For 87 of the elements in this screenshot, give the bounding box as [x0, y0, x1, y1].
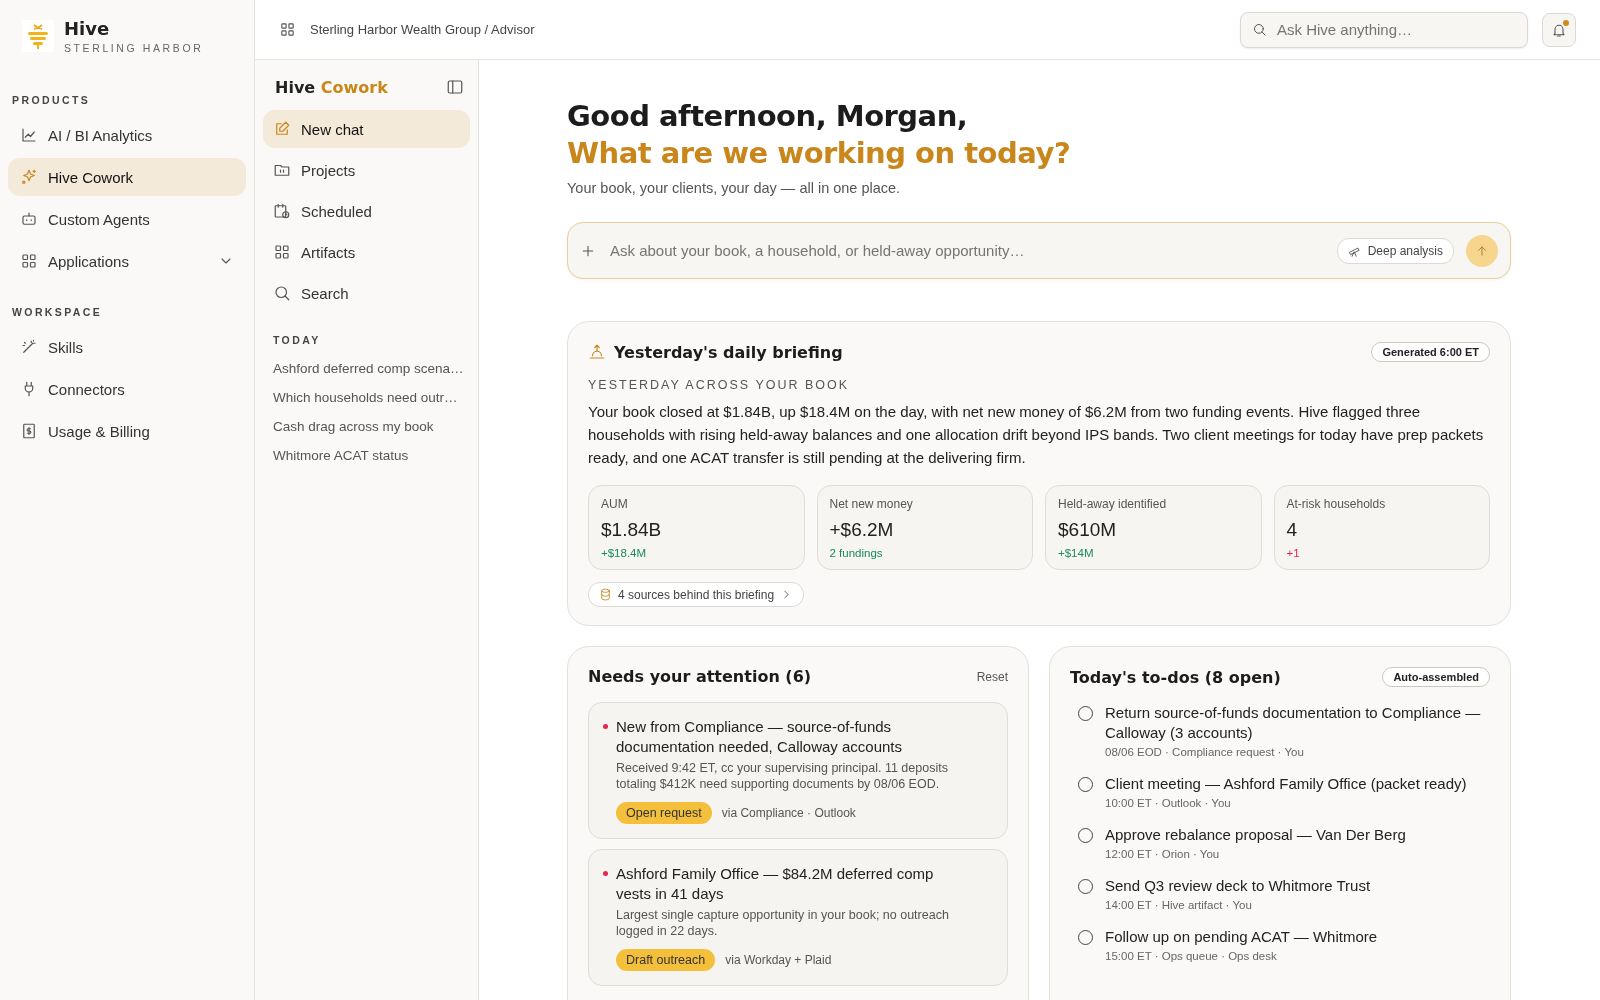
- sources-button[interactable]: 4 sources behind this briefing: [588, 582, 805, 607]
- metric-change: 2 fundings: [829, 547, 884, 559]
- section-heading: YESTERDAY ACROSS YOUR BOOK: [588, 378, 851, 392]
- todo-meta: 12:00 ET · Orion · You: [1105, 848, 1221, 860]
- panel-title: Hive Cowork: [275, 77, 388, 97]
- metric-label: At-risk households: [1286, 497, 1387, 511]
- metric-change: +1: [1286, 547, 1301, 559]
- panel-nav-item[interactable]: Projects: [263, 151, 470, 189]
- search-field[interactable]: Ask Hive anything…: [1240, 11, 1528, 48]
- sidebar-item[interactable]: Applications: [8, 242, 246, 280]
- grid-icon: [273, 243, 291, 261]
- card-title: Today's to-dos (8 open): [1070, 667, 1281, 687]
- card-title: Needs your attention (6): [588, 667, 812, 686]
- grid-icon: [279, 21, 296, 38]
- database-icon: [599, 588, 612, 601]
- section-heading: PRODUCTS: [11, 94, 92, 106]
- metric-change: +$14M: [1058, 547, 1095, 559]
- reset-link[interactable]: Reset: [976, 669, 1008, 684]
- panel-nav-item[interactable]: New chat: [263, 110, 470, 148]
- source-text: via Workday + Plaid: [725, 953, 832, 967]
- sidebar-item[interactable]: Usage & Billing: [8, 412, 246, 450]
- sparkle-icon: [20, 168, 38, 186]
- search-icon: [1252, 21, 1267, 37]
- sidebar-item[interactable]: Hive Cowork: [8, 158, 246, 196]
- breadcrumb: Sterling Harbor Wealth Group / Advisor: [310, 22, 535, 37]
- sunrise-icon: [588, 343, 606, 361]
- action-button[interactable]: Open request: [616, 802, 712, 824]
- chat-history-link[interactable]: Cash drag across my book: [263, 412, 470, 441]
- todo-title: Approve rebalance proposal — Van Der Berg: [1105, 825, 1406, 845]
- chat-history-link[interactable]: Which households need outr…: [263, 383, 470, 412]
- section-heading: WORKSPACE: [11, 306, 104, 318]
- calendar-icon: [273, 202, 291, 220]
- search-icon: [273, 284, 291, 302]
- notifications-button[interactable]: [1542, 12, 1576, 47]
- source-text: via Compliance · Outlook: [721, 806, 856, 820]
- auto-badge: Auto-assembled: [1382, 667, 1490, 687]
- todo-meta: 15:00 ET · Ops queue · Ops desk: [1105, 950, 1278, 962]
- arrow-up-icon: [1475, 243, 1489, 258]
- todo-title: Follow up on pending ACAT — Whitmore: [1105, 927, 1378, 947]
- sidebar-item[interactable]: Connectors: [8, 370, 246, 408]
- panel-nav-item[interactable]: Search: [263, 274, 470, 312]
- metric-label: AUM: [601, 497, 629, 511]
- sidebar-item[interactable]: Skills: [8, 328, 246, 366]
- chat-history-link[interactable]: Whitmore ACAT status: [263, 441, 470, 470]
- panel-nav-item[interactable]: Scheduled: [263, 192, 470, 230]
- todo-meta: 10:00 ET · Outlook · You: [1105, 797, 1232, 809]
- sidebar-item[interactable]: AI / BI Analytics: [8, 116, 246, 154]
- robot-icon: [20, 210, 38, 228]
- app-name: Hive: [64, 18, 111, 39]
- todo-title: Send Q3 review deck to Whitmore Trust: [1105, 876, 1371, 896]
- message-field[interactable]: Ask about your book, a household, or held-away opportunity…: [608, 241, 1325, 260]
- chat-history-link[interactable]: Ashford deferred comp scena…: [263, 354, 470, 383]
- todo-meta: 14:00 ET · Hive artifact · You: [1105, 899, 1253, 911]
- action-button[interactable]: Draft outreach: [616, 949, 716, 971]
- briefing-summary: Your book closed at $1.84B, up $18.4M on the day, with net new money of $6.2M from two funding events. Hive flagged three households with rising held-away balances and one allocation drift beyond IPS bands. Two client meetings for today have prep packets ready, and one ACAT transfer is still pending at the delivering firm.: [588, 402, 1485, 468]
- metric-label: Net new money: [829, 497, 914, 511]
- todo-title: Return source-of-funds documentation to Compliance — Calloway (3 accounts): [1105, 703, 1482, 743]
- attention-detail: Received 9:42 ET, cc your supervising principal. 11 deposits totaling $412K need supporting documents by 08/06 EOD.: [616, 760, 949, 792]
- metric-change: +$18.4M: [601, 547, 648, 559]
- greeting-question: What are we working on today?: [567, 135, 1072, 172]
- org-name: STERLING HARBOR: [64, 42, 204, 54]
- section-heading: TODAY: [272, 334, 322, 346]
- composer-field[interactable]: Ask about your book, a household, or held-away opportunity… Deep analysis: [567, 222, 1511, 279]
- todo-meta: 08/06 EOD · Compliance request · You: [1105, 746, 1305, 758]
- attention-title: New from Compliance — source-of-funds documentation needed, Calloway accounts: [616, 717, 904, 757]
- magic-wand-icon: [20, 338, 38, 356]
- greeting-subtitle: Your book, your clients, your day — all in one place.: [567, 180, 902, 196]
- chart-icon: [20, 126, 38, 144]
- greeting-heading: Good afternoon, Morgan,: [567, 98, 969, 135]
- hive-logo-icon: [22, 20, 54, 52]
- panel-icon: [446, 78, 464, 96]
- metric-label: Held-away identified: [1058, 497, 1168, 511]
- receipt-icon: [20, 422, 38, 440]
- card-title: Yesterday's daily briefing: [614, 342, 843, 362]
- panel-nav-item[interactable]: Artifacts: [263, 233, 470, 271]
- metric-value: +$6.2M: [829, 519, 895, 541]
- edit-icon: [273, 120, 291, 138]
- deep-analysis-button[interactable]: Deep analysis: [1336, 237, 1454, 264]
- attention-title: Ashford Family Office — $84.2M deferred comp vests in 41 days: [616, 864, 935, 904]
- attention-detail: Largest single capture opportunity in your book; no outreach logged in 22 days.: [616, 907, 950, 939]
- metric-value: $1.84B: [601, 519, 663, 541]
- metric-value: 4: [1286, 519, 1299, 541]
- generated-badge: Generated 6:00 ET: [1371, 342, 1490, 362]
- sidebar-item[interactable]: Custom Agents: [8, 200, 246, 238]
- metric-value: $610M: [1058, 519, 1118, 541]
- grid-icon: [20, 252, 38, 270]
- todo-title: Client meeting — Ashford Family Office (packet ready): [1105, 774, 1467, 794]
